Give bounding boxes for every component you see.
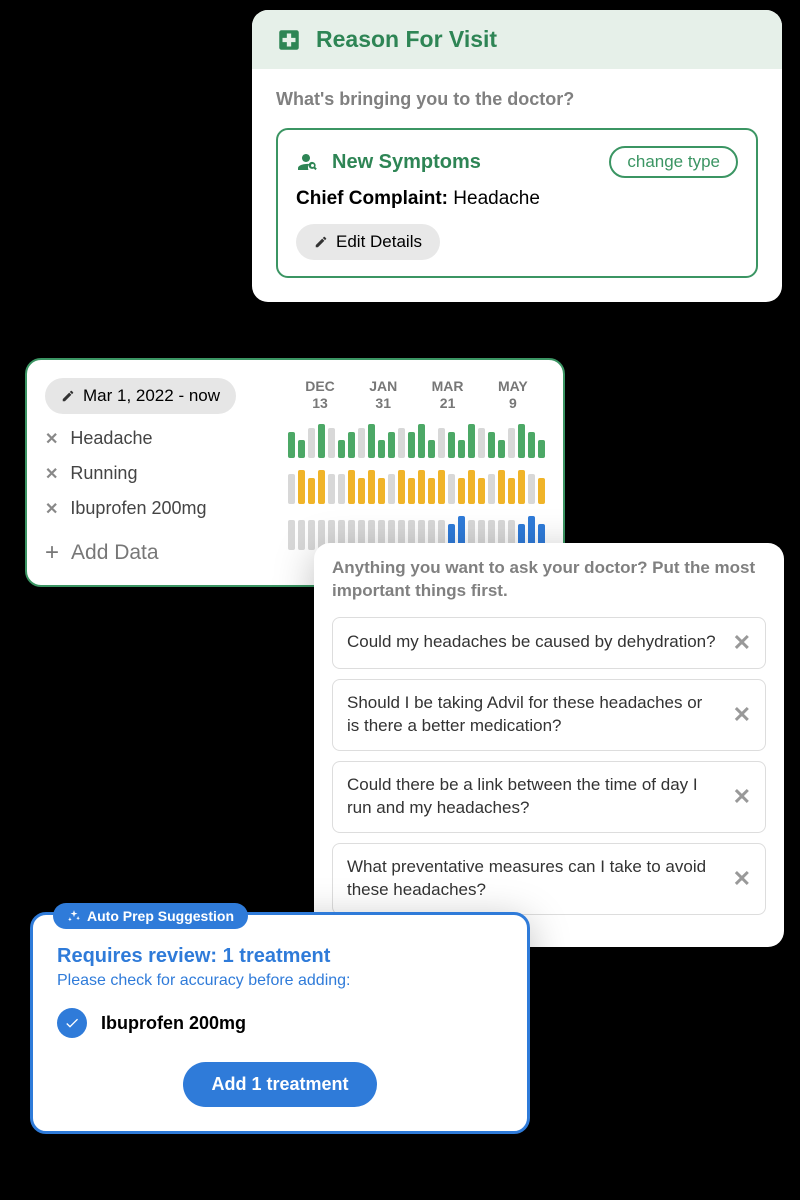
symptom-box: New Symptoms change type Chief Complaint…: [276, 128, 758, 278]
reason-for-visit-card: Reason For Visit What's bringing you to …: [252, 10, 782, 302]
person-search-icon: [296, 150, 320, 174]
reason-prompt: What's bringing you to the doctor?: [276, 89, 758, 110]
timeline-date: MAY9: [498, 378, 528, 412]
question-item[interactable]: Should I be taking Advil for these heada…: [332, 679, 766, 751]
remove-icon[interactable]: ✕: [45, 499, 58, 519]
data-item: ✕ Headache: [45, 428, 278, 449]
question-text: Should I be taking Advil for these heada…: [347, 692, 719, 738]
plus-icon: +: [45, 539, 59, 567]
question-item[interactable]: What preventative measures can I take to…: [332, 843, 766, 915]
check-circle-icon[interactable]: [57, 1008, 87, 1038]
question-text: Could my headaches be caused by dehydrat…: [347, 631, 716, 654]
auto-prep-card: Auto Prep Suggestion Requires review: 1 …: [30, 912, 530, 1134]
add-data-label: Add Data: [71, 541, 159, 565]
symptom-type-title: New Symptoms: [332, 151, 481, 174]
badge-label: Auto Prep Suggestion: [87, 908, 234, 924]
date-range-text: Mar 1, 2022 - now: [83, 386, 220, 406]
question-text: Could there be a link between the time o…: [347, 774, 719, 820]
change-type-button[interactable]: change type: [609, 146, 738, 178]
questions-prompt: Anything you want to ask your doctor? Pu…: [332, 557, 766, 603]
date-range-pill[interactable]: Mar 1, 2022 - now: [45, 378, 236, 414]
questions-card: Anything you want to ask your doctor? Pu…: [314, 543, 784, 947]
review-title: Requires review: 1 treatment: [57, 945, 503, 968]
remove-icon[interactable]: ✕: [45, 429, 58, 449]
chief-complaint: Chief Complaint: Headache: [296, 188, 738, 210]
question-item[interactable]: Could my headaches be caused by dehydrat…: [332, 617, 766, 669]
edit-details-label: Edit Details: [336, 232, 422, 252]
timeline-date: JAN31: [369, 378, 397, 412]
treatment-item[interactable]: Ibuprofen 200mg: [57, 1008, 503, 1038]
add-treatment-button[interactable]: Add 1 treatment: [183, 1062, 376, 1107]
pencil-icon: [61, 389, 75, 403]
remove-icon[interactable]: ✕: [733, 630, 751, 656]
question-text: What preventative measures can I take to…: [347, 856, 719, 902]
sparkle-icon: [67, 909, 81, 923]
timeline-chart: DEC13 JAN31 MAR21 MAY9: [288, 378, 545, 567]
timeline-date: MAR21: [432, 378, 464, 412]
treatment-name: Ibuprofen 200mg: [101, 1013, 246, 1034]
data-item: ✕ Ibuprofen 200mg: [45, 498, 278, 519]
card-title: Reason For Visit: [316, 26, 497, 53]
card-header: Reason For Visit: [252, 10, 782, 69]
data-item-label: Headache: [70, 428, 152, 449]
remove-icon[interactable]: ✕: [733, 784, 751, 810]
edit-details-button[interactable]: Edit Details: [296, 224, 440, 260]
auto-prep-badge: Auto Prep Suggestion: [53, 903, 248, 929]
pencil-icon: [314, 235, 328, 249]
data-item-label: Running: [70, 463, 137, 484]
timeline-date: DEC13: [305, 378, 335, 412]
remove-icon[interactable]: ✕: [45, 464, 58, 484]
add-data-button[interactable]: + Add Data: [45, 539, 278, 567]
question-item[interactable]: Could there be a link between the time o…: [332, 761, 766, 833]
remove-icon[interactable]: ✕: [733, 866, 751, 892]
data-item: ✕ Running: [45, 463, 278, 484]
remove-icon[interactable]: ✕: [733, 702, 751, 728]
hospital-icon: [276, 27, 302, 53]
review-subtitle: Please check for accuracy before adding:: [57, 972, 503, 990]
data-item-label: Ibuprofen 200mg: [70, 498, 206, 519]
